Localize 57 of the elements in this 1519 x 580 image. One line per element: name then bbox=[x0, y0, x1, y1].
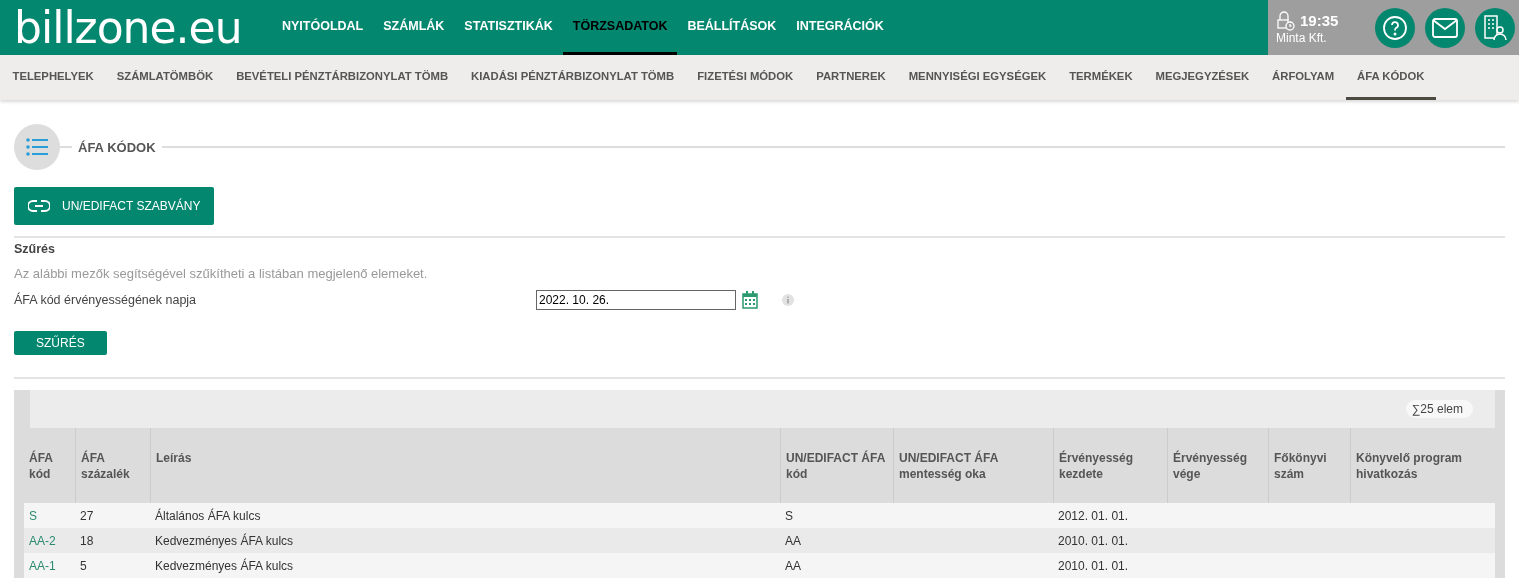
table-cell: Kedvezményes ÁFA kulcs bbox=[155, 558, 294, 573]
table-cell: 27 bbox=[80, 508, 94, 523]
column-header[interactable]: ÁFA kód bbox=[24, 428, 75, 503]
table-row[interactable]: AA-1 5 Kedvezményes ÁFA kulcs AA 2010. 01. 01. bbox=[24, 553, 1495, 578]
nav-tab[interactable]: SZÁMLÁK bbox=[373, 0, 455, 55]
section-title: ÁFA KÓDOK bbox=[77, 139, 157, 155]
code-link[interactable]: AA-2 bbox=[29, 533, 56, 548]
subnav-tab[interactable]: MEGJEGYZÉSEK bbox=[1144, 55, 1261, 100]
filter-button[interactable]: SZŰRÉS bbox=[14, 331, 107, 355]
help-icon bbox=[1382, 14, 1408, 41]
table-cell: AA bbox=[785, 533, 801, 548]
link-icon bbox=[28, 200, 50, 212]
date-field[interactable]: 2022. 10. 26. bbox=[536, 290, 736, 310]
session-time: 19:35 bbox=[1300, 12, 1339, 29]
subnav-tab[interactable]: TERMÉKEK bbox=[1057, 55, 1145, 100]
table-cell: S bbox=[785, 508, 793, 523]
table-row[interactable]: S 27 Általános ÁFA kulcs S 2012. 01. 01. bbox=[24, 503, 1495, 528]
code-link[interactable]: AA-1 bbox=[29, 558, 56, 573]
filter-description: Az alábbi mezők segítségével szűkítheti a listában megjelenő elemeket. bbox=[14, 266, 429, 281]
item-count: ∑25 elem bbox=[1405, 400, 1473, 418]
code-link[interactable]: S bbox=[29, 508, 37, 523]
subnav-tab[interactable]: MENNYISÉGI EGYSÉGEK bbox=[897, 55, 1058, 100]
list-icon bbox=[26, 138, 48, 156]
table-cell: 5 bbox=[80, 558, 87, 573]
filter-title: Szűrés bbox=[14, 242, 56, 256]
standard-link-button[interactable]: UN/EDIFACT SZABVÁNY bbox=[14, 187, 215, 225]
table-cell: Általános ÁFA kulcs bbox=[155, 508, 261, 523]
envelope-icon bbox=[1432, 17, 1458, 38]
logo[interactable]: billzone.eu bbox=[0, 0, 272, 55]
subnav-tab[interactable]: KIADÁSI PÉNZTÁRBIZONYLAT TÖMB bbox=[459, 55, 686, 100]
subnav-tab[interactable]: BEVÉTELI PÉNZTÁRBIZONYLAT TÖMB bbox=[224, 55, 460, 100]
table-cell: 18 bbox=[80, 533, 94, 548]
subnav-tab[interactable]: PARTNEREK bbox=[804, 55, 898, 100]
subnav-tab[interactable]: FIZETÉSI MÓDOK bbox=[685, 55, 805, 100]
nav-tab[interactable]: INTEGRÁCIÓK bbox=[786, 0, 894, 55]
table-cell: Kedvezményes ÁFA kulcs bbox=[155, 533, 294, 548]
calendar-icon[interactable] bbox=[742, 291, 758, 309]
subnav-tab[interactable]: ÁRFOLYAM bbox=[1260, 55, 1346, 100]
info-icon[interactable] bbox=[782, 294, 794, 306]
nav-tab[interactable]: STATISZTIKÁK bbox=[454, 0, 563, 55]
table-cell: AA bbox=[785, 558, 801, 573]
help-button[interactable] bbox=[1375, 7, 1415, 48]
subnav-tab[interactable]: SZÁMLATÖMBÖK bbox=[105, 55, 225, 100]
company-name: Minta Kft. bbox=[1276, 30, 1328, 45]
building-user-icon bbox=[1483, 14, 1507, 41]
lock-clock-icon bbox=[1276, 10, 1296, 31]
field-label: ÁFA kód érvényességének napja bbox=[14, 293, 198, 307]
table-row[interactable]: AA-2 18 Kedvezményes ÁFA kulcs AA 2010. 01. 01. bbox=[24, 528, 1495, 553]
mail-button[interactable] bbox=[1425, 7, 1465, 48]
table-cell: 2012. 01. 01. bbox=[1058, 508, 1129, 523]
account-button[interactable] bbox=[1475, 7, 1515, 48]
nav-tab[interactable]: NYITÓOLDAL bbox=[272, 0, 374, 55]
table-cell: 2010. 01. 01. bbox=[1058, 533, 1129, 548]
subnav-tab[interactable]: TELEPHELYEK bbox=[1, 55, 106, 100]
table-cell: 2010. 01. 01. bbox=[1058, 558, 1129, 573]
nav-tab[interactable]: BEÁLLÍTÁSOK bbox=[677, 0, 787, 55]
subnav-tab[interactable]: ÁFA KÓDOK bbox=[1345, 55, 1436, 100]
